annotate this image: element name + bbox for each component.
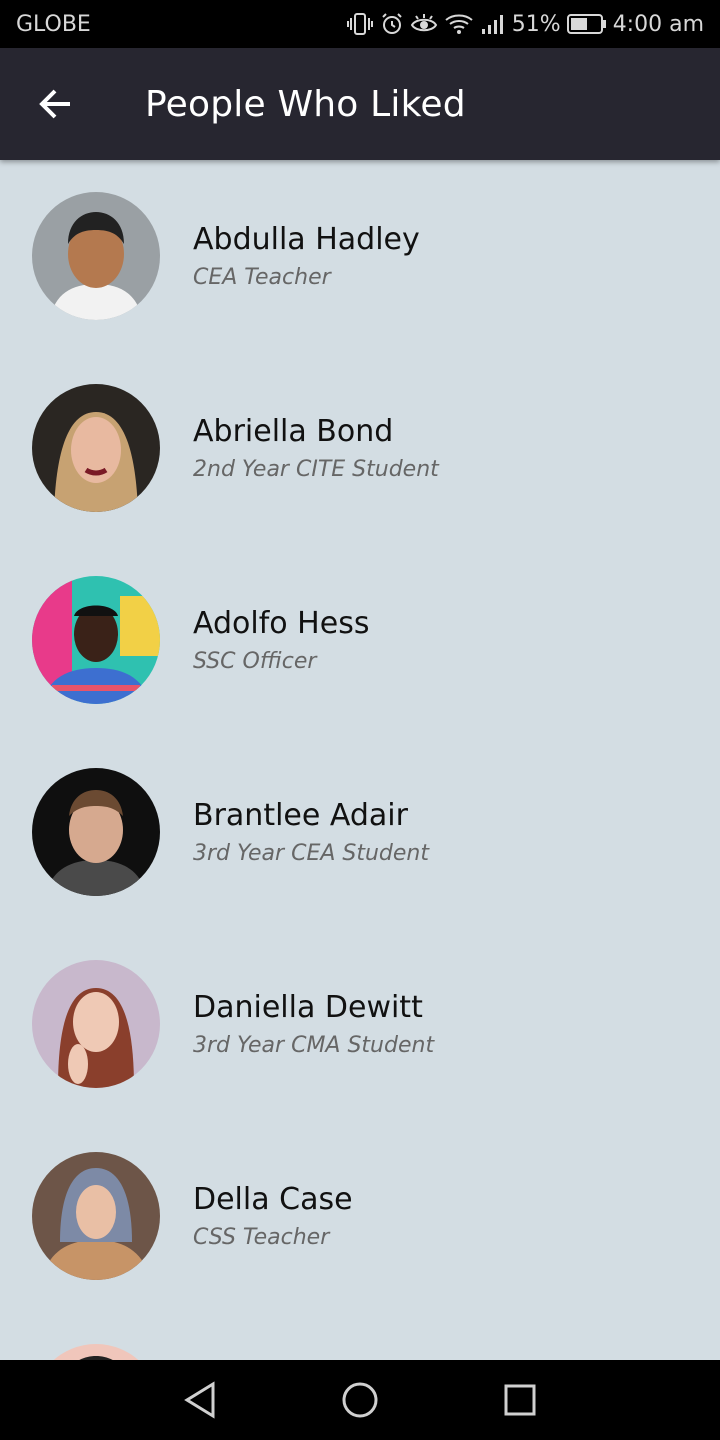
person-role: 3rd Year CEA Student bbox=[193, 841, 429, 866]
person-role: 3rd Year CMA Student bbox=[193, 1033, 435, 1058]
person-role: 2nd Year CITE Student bbox=[193, 457, 439, 482]
alarm-icon bbox=[380, 12, 404, 36]
list-item[interactable]: Brantlee Adair 3rd Year CEA Student bbox=[0, 736, 720, 928]
nav-recents-button[interactable] bbox=[495, 1375, 545, 1425]
status-bar: GLOBE 51% 4:00 am bbox=[0, 0, 720, 48]
wifi-icon bbox=[444, 12, 474, 36]
avatar bbox=[32, 1344, 160, 1360]
person-info: Daniella Dewitt 3rd Year CMA Student bbox=[193, 990, 434, 1058]
person-role: SSC Officer bbox=[193, 649, 317, 674]
avatar bbox=[32, 1152, 160, 1280]
person-info: Abdulla Hadley CEA Teacher bbox=[193, 222, 420, 290]
list-item[interactable]: Adolfo Hess SSC Officer bbox=[0, 544, 720, 736]
person-name: Adolfo Hess bbox=[193, 606, 370, 641]
back-button[interactable] bbox=[0, 48, 112, 160]
eye-icon bbox=[410, 12, 438, 36]
list-item[interactable]: Abriella Bond 2nd Year CITE Student bbox=[0, 352, 720, 544]
recents-square-icon bbox=[504, 1384, 536, 1416]
person-info: Abriella Bond 2nd Year CITE Student bbox=[193, 414, 439, 482]
page-title: People Who Liked bbox=[145, 83, 466, 125]
battery-percent: 51% bbox=[511, 11, 561, 37]
nav-home-button[interactable] bbox=[335, 1375, 385, 1425]
status-icons: 51% 4:00 am bbox=[346, 12, 704, 37]
person-name: Della Case bbox=[193, 1182, 353, 1217]
home-circle-icon bbox=[342, 1382, 378, 1418]
person-role: CSS Teacher bbox=[193, 1225, 330, 1250]
people-list: Abdulla Hadley CEA Teacher Abriella Bond… bbox=[0, 160, 720, 1360]
avatar bbox=[32, 576, 160, 704]
battery-icon bbox=[566, 13, 607, 35]
person-role: CEA Teacher bbox=[193, 265, 331, 290]
person-info: Brantlee Adair 3rd Year CEA Student bbox=[193, 798, 429, 866]
vibrate-icon bbox=[346, 12, 374, 36]
person-name: Abriella Bond bbox=[193, 414, 394, 449]
navigation-bar bbox=[0, 1360, 720, 1440]
person-name: Daniella Dewitt bbox=[193, 990, 423, 1025]
person-info: Adolfo Hess SSC Officer bbox=[193, 606, 369, 674]
person-info: Della Case CSS Teacher bbox=[193, 1182, 353, 1250]
signal-icon bbox=[480, 12, 506, 36]
person-name: Abdulla Hadley bbox=[193, 222, 420, 257]
clock-time: 4:00 am bbox=[612, 11, 704, 37]
nav-back-button[interactable] bbox=[175, 1375, 225, 1425]
carrier-label: GLOBE bbox=[16, 11, 91, 37]
list-item[interactable]: Daniella Dewitt 3rd Year CMA Student bbox=[0, 928, 720, 1120]
back-triangle-icon bbox=[184, 1381, 215, 1419]
list-item[interactable]: Abdulla Hadley CEA Teacher bbox=[0, 160, 720, 352]
avatar bbox=[32, 768, 160, 896]
app-bar: People Who Liked bbox=[0, 48, 720, 160]
person-name: Brantlee Adair bbox=[193, 798, 408, 833]
avatar bbox=[32, 960, 160, 1088]
avatar bbox=[32, 192, 160, 320]
avatar bbox=[32, 384, 160, 512]
list-item[interactable] bbox=[0, 1312, 720, 1360]
list-item[interactable]: Della Case CSS Teacher bbox=[0, 1120, 720, 1312]
arrow-left-icon bbox=[39, 89, 70, 119]
